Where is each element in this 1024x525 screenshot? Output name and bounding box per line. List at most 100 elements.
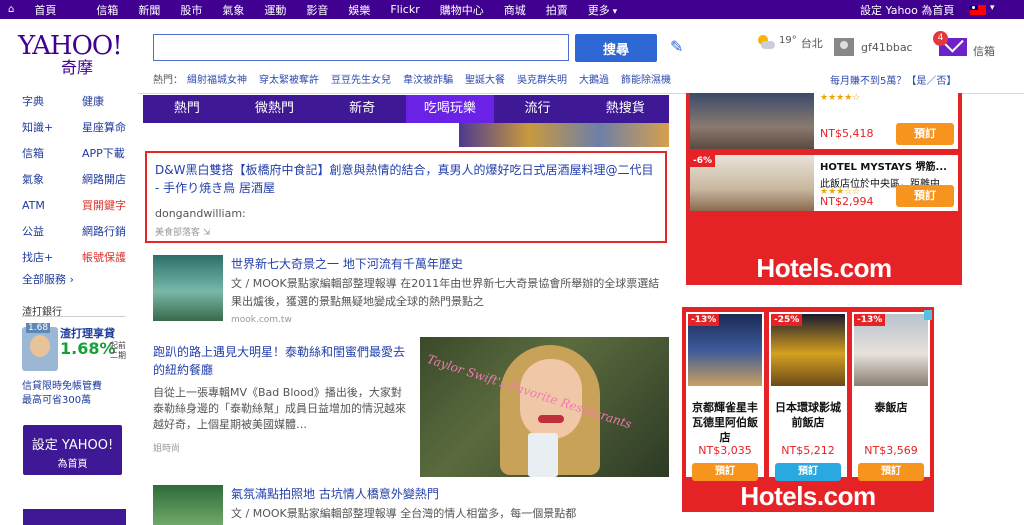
service-link[interactable]: APP下載 — [82, 145, 142, 161]
nav-home[interactable]: ⌂ 首頁 — [8, 2, 76, 18]
weather-widget[interactable]: 19° 台北 — [756, 35, 823, 51]
service-link[interactable]: 字典 — [22, 93, 82, 109]
hot-search-link[interactable]: 韋汶被詐騙 — [403, 71, 453, 86]
hotel-price: NT$3,569 — [864, 444, 918, 457]
pencil-icon[interactable]: ✎ — [670, 37, 683, 56]
search-input[interactable] — [153, 34, 569, 61]
services-row: 信箱 APP下載 — [22, 140, 142, 166]
hotel-name: 泰飯店 — [874, 401, 908, 414]
service-link[interactable]: 知識+ — [22, 119, 82, 135]
hotels-logo[interactable]: Hotels.com — [686, 253, 962, 284]
top-nav-links: ⌂ 首頁 信箱 新聞 股市 氣象 運動 影音 娛樂 Flickr 購物中心 商城 … — [8, 0, 637, 19]
hot-search-link[interactable]: 大鵝過 — [579, 71, 609, 86]
nav-entertainment[interactable]: 娛樂 — [348, 2, 370, 18]
nav-stock[interactable]: 股市 — [180, 2, 202, 18]
book-button[interactable]: 預訂 — [858, 463, 924, 481]
services-row: 找店+ 帳號保護 — [22, 244, 142, 270]
book-button[interactable]: 預訂 — [896, 185, 954, 207]
book-button[interactable]: 預訂 — [775, 463, 841, 481]
story-item[interactable]: 氣氛滿點拍照地 古坑情人橋意外變熱門 文 / MOOK景點家編輯部整理報導 全台… — [143, 481, 669, 525]
service-link[interactable]: 帳號保護 — [82, 249, 142, 265]
nav-shopping[interactable]: 購物中心 — [440, 2, 484, 18]
hot-search-link[interactable]: 吳克群失明 — [517, 71, 567, 86]
hotel-card[interactable]: ★★★★☆ NT$5,418 預訂 — [690, 93, 958, 149]
services-row: ATM 買開鍵字 — [22, 192, 142, 218]
book-button[interactable]: 預訂 — [896, 123, 954, 145]
survey-question-link[interactable]: 每月賺不到5萬？【是／否】 — [830, 72, 956, 87]
nav-flickr[interactable]: Flickr — [390, 3, 419, 16]
set-homepage-link[interactable]: 設定 Yahoo 為首頁 — [860, 2, 954, 18]
story-title[interactable]: 氣氛滿點拍照地 古坑情人橋意外變熱門 — [231, 485, 439, 502]
nav-mail[interactable]: 信箱 — [96, 2, 118, 18]
nav-auction[interactable]: 拍賣 — [546, 2, 568, 18]
service-link[interactable]: 信箱 — [22, 145, 82, 161]
nav-more[interactable]: 更多 — [588, 2, 617, 18]
service-link[interactable]: 公益 — [22, 223, 82, 239]
hotels-logo[interactable]: Hotels.com — [682, 481, 934, 512]
service-link[interactable]: 找店+ — [22, 249, 82, 265]
divider — [22, 316, 125, 317]
services-row: 字典 健康 — [22, 88, 142, 114]
story-thumbnail[interactable] — [153, 485, 223, 525]
adchoices-icon[interactable] — [924, 310, 932, 320]
book-button[interactable]: 預訂 — [692, 463, 758, 481]
hotel-card[interactable]: -25% 日本環球影城前飯店 NT$5,212 預訂 — [769, 312, 847, 481]
story-source: 姐時尚 — [153, 444, 181, 454]
hot-search-link[interactable]: 聖誕大餐 — [465, 71, 505, 86]
hot-search-link[interactable]: 緝射福城女神 — [187, 71, 247, 86]
featured-story[interactable]: D&W黑白雙搭【板橋府中食記】創意與熱情的結合，真男人的爆好吃日式居酒屋料理@二… — [145, 151, 667, 243]
all-services-link[interactable]: 全部服務 › — [22, 271, 74, 287]
nav-news[interactable]: 新聞 — [138, 2, 160, 18]
search-button[interactable]: 搜尋 — [575, 34, 657, 62]
hotel-card[interactable]: -13% 泰飯店 NT$3,569 預訂 — [852, 312, 930, 481]
banner-image-strip[interactable] — [459, 123, 669, 147]
tab-slightly-hot[interactable]: 微熱門 — [231, 95, 319, 123]
yahoo-logo[interactable]: YAHOO! 奇摩 — [18, 33, 123, 77]
nav-sports[interactable]: 運動 — [264, 2, 286, 18]
mail-label[interactable]: 信箱 — [973, 43, 995, 59]
feed-tabs: 熱門 微熱門 新奇 吃喝玩樂 流行 熱搜貨 — [143, 95, 669, 123]
story-image[interactable]: Taylor Swift's Favorite Restaurants — [420, 337, 669, 477]
service-link[interactable]: 健康 — [82, 93, 142, 109]
tab-novel[interactable]: 新奇 — [318, 95, 406, 123]
taiwan-flag-icon[interactable] — [970, 5, 986, 15]
bank-ad[interactable]: 1.68 渣打理享貸 1.68% 起前二期 — [22, 323, 126, 375]
chevron-down-icon[interactable]: ▾ — [990, 3, 995, 13]
bank-ad-note[interactable]: 最高可省300萬 — [22, 391, 91, 406]
hotels-ad-top[interactable]: ★★★★☆ NT$5,418 預訂 -6% HOTEL MYSTAYS 堺筋..… — [686, 93, 962, 285]
story-item[interactable]: 跑趴的路上遇見大明星！泰勒絲和閨蜜們最愛去的紐約餐廳 自從上一張專輯MV《Bad… — [143, 337, 669, 477]
hotel-card[interactable]: -6% HOTEL MYSTAYS 堺筋... 此飯店位於中央區，距離中... … — [690, 155, 958, 211]
service-link[interactable]: 星座算命 — [82, 119, 142, 135]
nav-mall[interactable]: 商城 — [504, 2, 526, 18]
tab-hot-items[interactable]: 熱搜貨 — [581, 95, 669, 123]
hotels-ad-bottom[interactable]: -13% 京都輝雀星丰瓦德里阿伯飯店 NT$3,035 預訂 -25% 日本環球… — [682, 307, 934, 512]
tab-trend[interactable]: 流行 — [494, 95, 582, 123]
story-item[interactable]: 世界新七大奇景之一 地下河流有千萬年歷史 文 / MOOK景點家編輯部整理報導 … — [143, 251, 669, 331]
service-link[interactable]: 氣象 — [22, 171, 82, 187]
service-link[interactable]: ATM — [22, 199, 82, 212]
bank-rate: 1.68% — [60, 339, 116, 358]
service-link[interactable]: 網路開店 — [82, 171, 142, 187]
hot-search-link[interactable]: 飾能除濕機 — [621, 71, 671, 86]
user-profile[interactable]: gf41bbac — [834, 38, 913, 56]
sidebar-ad-thumbnail[interactable] — [23, 509, 126, 525]
set-homepage-button[interactable]: 設定 YAHOO! 為首頁 — [23, 425, 122, 475]
tab-hot[interactable]: 熱門 — [143, 95, 231, 123]
bank-ad-note[interactable]: 信貸限時免帳管費 — [22, 377, 102, 392]
story-thumbnail[interactable] — [153, 255, 223, 321]
nav-video[interactable]: 影音 — [306, 2, 328, 18]
service-link[interactable]: 買開鍵字 — [82, 197, 142, 213]
hot-search-link[interactable]: 豆豆先生女兒 — [331, 71, 391, 86]
weather-temperature: 19° — [779, 35, 797, 46]
bank-rate-note: 起前二期 — [110, 341, 126, 360]
tab-food-fun[interactable]: 吃喝玩樂 — [406, 95, 494, 123]
hot-search-link[interactable]: 穿太緊被奪許 — [259, 71, 319, 86]
hotel-card[interactable]: -13% 京都輝雀星丰瓦德里阿伯飯店 NT$3,035 預訂 — [686, 312, 764, 481]
mail-button[interactable]: 4 — [933, 31, 967, 56]
story-title[interactable]: 跑趴的路上遇見大明星！泰勒絲和閨蜜們最愛去的紐約餐廳 — [153, 343, 408, 379]
story-title[interactable]: 世界新七大奇景之一 地下河流有千萬年歷史 — [231, 255, 463, 272]
story-title[interactable]: D&W黑白雙搭【板橋府中食記】創意與熱情的結合，真男人的爆好吃日式居酒屋料理@二… — [155, 161, 655, 197]
star-rating: ★★★★☆ — [820, 93, 861, 103]
nav-weather[interactable]: 氣象 — [222, 2, 244, 18]
service-link[interactable]: 網路行銷 — [82, 223, 142, 239]
